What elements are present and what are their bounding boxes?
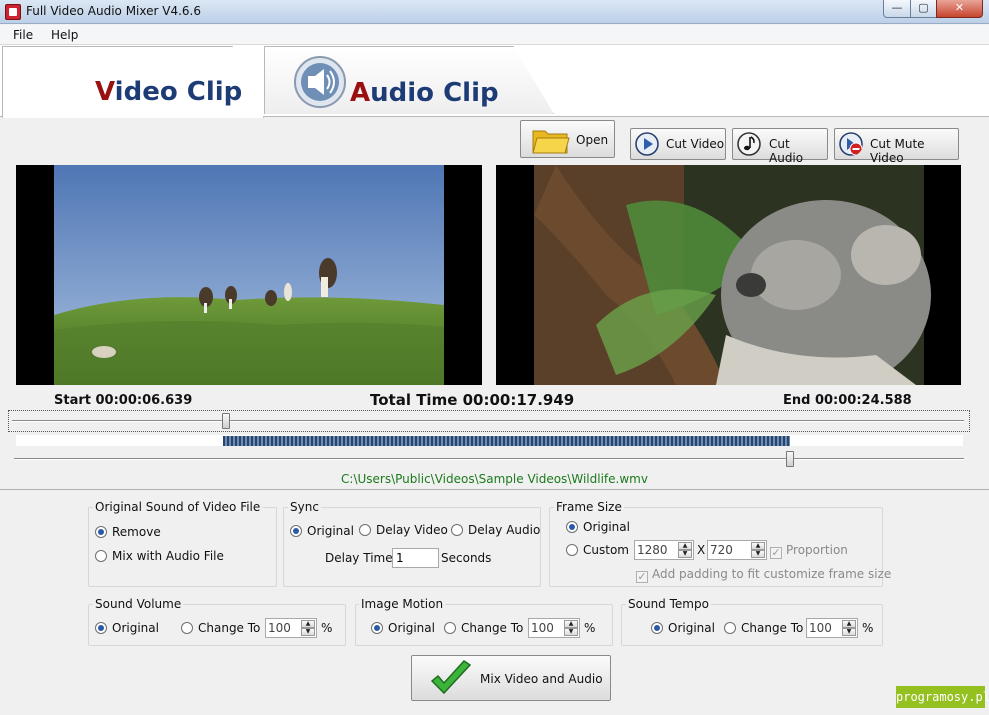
speaker-icon xyxy=(294,56,346,108)
motion-percent: % xyxy=(584,621,596,635)
volume-change-radio[interactable]: Change To xyxy=(181,621,260,635)
selection-range-bar xyxy=(223,436,790,446)
end-slider-track[interactable] xyxy=(14,458,964,460)
menu-bar: File Help xyxy=(0,25,989,45)
sync-original-radio[interactable]: Original xyxy=(290,524,354,538)
volume-stepper[interactable]: ▲▼ xyxy=(265,618,317,638)
file-path: C:\Users\Public\Videos\Sample Videos\Wil… xyxy=(341,472,648,486)
stepper-up-icon[interactable]: ▲ xyxy=(751,542,765,550)
stepper-up-icon[interactable]: ▲ xyxy=(301,620,315,628)
cut-audio-label: Cut Audio xyxy=(769,137,804,165)
frame-height-stepper[interactable]: ▲▼ xyxy=(707,540,767,560)
start-slider[interactable] xyxy=(8,410,970,432)
checkmark-icon xyxy=(430,660,472,695)
tab-video-clip[interactable]: Video Clip xyxy=(2,46,264,118)
mix-button-label: Mix Video and Audio xyxy=(480,672,603,686)
video-preview-start xyxy=(16,165,482,385)
sync-group xyxy=(283,507,541,587)
delay-time-field[interactable] xyxy=(392,548,439,568)
sound-volume-title: Sound Volume xyxy=(93,597,184,611)
stepper-up-icon[interactable]: ▲ xyxy=(564,620,578,628)
start-slider-track xyxy=(12,420,964,422)
stepper-down-icon[interactable]: ▼ xyxy=(301,628,315,636)
folder-icon xyxy=(532,130,570,154)
delay-video-radio[interactable]: Delay Video xyxy=(359,523,448,537)
music-note-icon xyxy=(737,132,761,156)
radio-remove[interactable] xyxy=(95,526,107,538)
stepper-up-icon[interactable]: ▲ xyxy=(678,542,692,550)
stepper-down-icon[interactable]: ▼ xyxy=(751,550,765,558)
motion-original-radio[interactable]: Original xyxy=(371,621,435,635)
tab-audio-label: Audio Clip xyxy=(350,78,499,108)
tempo-original-radio[interactable]: Original xyxy=(651,621,715,635)
frame-width-stepper[interactable]: ▲▼ xyxy=(634,540,694,560)
original-sound-group xyxy=(88,507,277,587)
check-icon: ✓ xyxy=(636,570,648,583)
motion-input[interactable] xyxy=(531,621,561,635)
app-icon xyxy=(5,4,21,20)
radio-mix[interactable] xyxy=(95,550,107,562)
tempo-input[interactable] xyxy=(809,621,839,635)
frame-x-label: X xyxy=(697,543,706,557)
cut-audio-button[interactable]: Cut Audio xyxy=(732,128,828,165)
cut-video-label: Cut Video xyxy=(666,137,725,151)
motion-change-radio[interactable]: Change To xyxy=(444,621,523,635)
delay-time-label: Delay Time xyxy=(325,551,393,565)
watermark: programosy.pl xyxy=(896,686,989,708)
title-bar: Full Video Audio Mixer V4.6.6 — ▢ ✕ xyxy=(0,0,989,24)
end-frame-image xyxy=(534,165,931,385)
stepper-down-icon[interactable]: ▼ xyxy=(842,628,856,636)
frame-custom-radio[interactable]: Custom xyxy=(566,543,629,557)
stepper-down-icon[interactable]: ▼ xyxy=(678,550,692,558)
mute-video-icon xyxy=(839,132,863,156)
motion-stepper[interactable]: ▲▼ xyxy=(528,618,580,638)
sync-title: Sync xyxy=(288,500,321,514)
open-button[interactable]: Open xyxy=(520,120,615,158)
volume-input[interactable] xyxy=(268,621,298,635)
window-title: Full Video Audio Mixer V4.6.6 xyxy=(26,4,201,18)
remove-radio[interactable]: Remove xyxy=(95,525,161,539)
start-time: Start 00:00:06.639 xyxy=(54,393,193,408)
check-icon: ✓ xyxy=(770,546,782,559)
menu-help[interactable]: Help xyxy=(51,28,78,42)
end-slider-thumb[interactable] xyxy=(786,451,794,467)
stepper-up-icon[interactable]: ▲ xyxy=(842,620,856,628)
open-label: Open xyxy=(576,133,609,147)
seconds-label: Seconds xyxy=(441,551,492,565)
cut-mute-video-button[interactable]: Cut Mute Video xyxy=(834,128,959,165)
original-sound-title: Original Sound of Video File xyxy=(93,500,263,514)
end-time: End 00:00:24.588 xyxy=(783,393,912,408)
video-preview-end xyxy=(496,165,961,385)
tempo-percent: % xyxy=(862,621,874,635)
delay-time-input[interactable] xyxy=(396,551,434,565)
frame-height-input[interactable] xyxy=(710,543,748,557)
volume-original-radio[interactable]: Original xyxy=(95,621,159,635)
tab-video-label: Video Clip xyxy=(95,77,243,107)
minimize-button[interactable]: — xyxy=(883,0,911,18)
frame-width-input[interactable] xyxy=(637,543,675,557)
tempo-stepper[interactable]: ▲▼ xyxy=(806,618,858,638)
close-button[interactable]: ✕ xyxy=(936,0,983,18)
frame-original-radio[interactable]: Original xyxy=(566,520,630,534)
image-motion-title: Image Motion xyxy=(359,597,446,611)
sound-tempo-title: Sound Tempo xyxy=(626,597,711,611)
frame-size-title: Frame Size xyxy=(554,500,624,514)
padding-checkbox[interactable]: ✓ Add padding to fit customize frame size xyxy=(636,567,891,583)
mix-video-audio-button[interactable]: Mix Video and Audio xyxy=(411,655,611,701)
stepper-down-icon[interactable]: ▼ xyxy=(564,628,578,636)
start-slider-thumb[interactable] xyxy=(222,413,230,429)
volume-percent: % xyxy=(321,621,333,635)
section-divider xyxy=(0,489,989,490)
tempo-change-radio[interactable]: Change To xyxy=(724,621,803,635)
cut-video-button[interactable]: Cut Video xyxy=(630,128,726,160)
total-time: Total Time 00:00:17.949 xyxy=(370,391,575,409)
menu-file[interactable]: File xyxy=(13,28,33,42)
cut-mute-video-label: Cut Mute Video xyxy=(870,137,925,165)
play-icon xyxy=(635,132,659,156)
delay-audio-radio[interactable]: Delay Audio xyxy=(451,523,540,537)
proportion-checkbox[interactable]: ✓ Proportion xyxy=(770,543,848,559)
mix-audio-radio[interactable]: Mix with Audio File xyxy=(95,549,224,563)
maximize-button[interactable]: ▢ xyxy=(910,0,937,18)
start-frame-image xyxy=(54,165,444,385)
